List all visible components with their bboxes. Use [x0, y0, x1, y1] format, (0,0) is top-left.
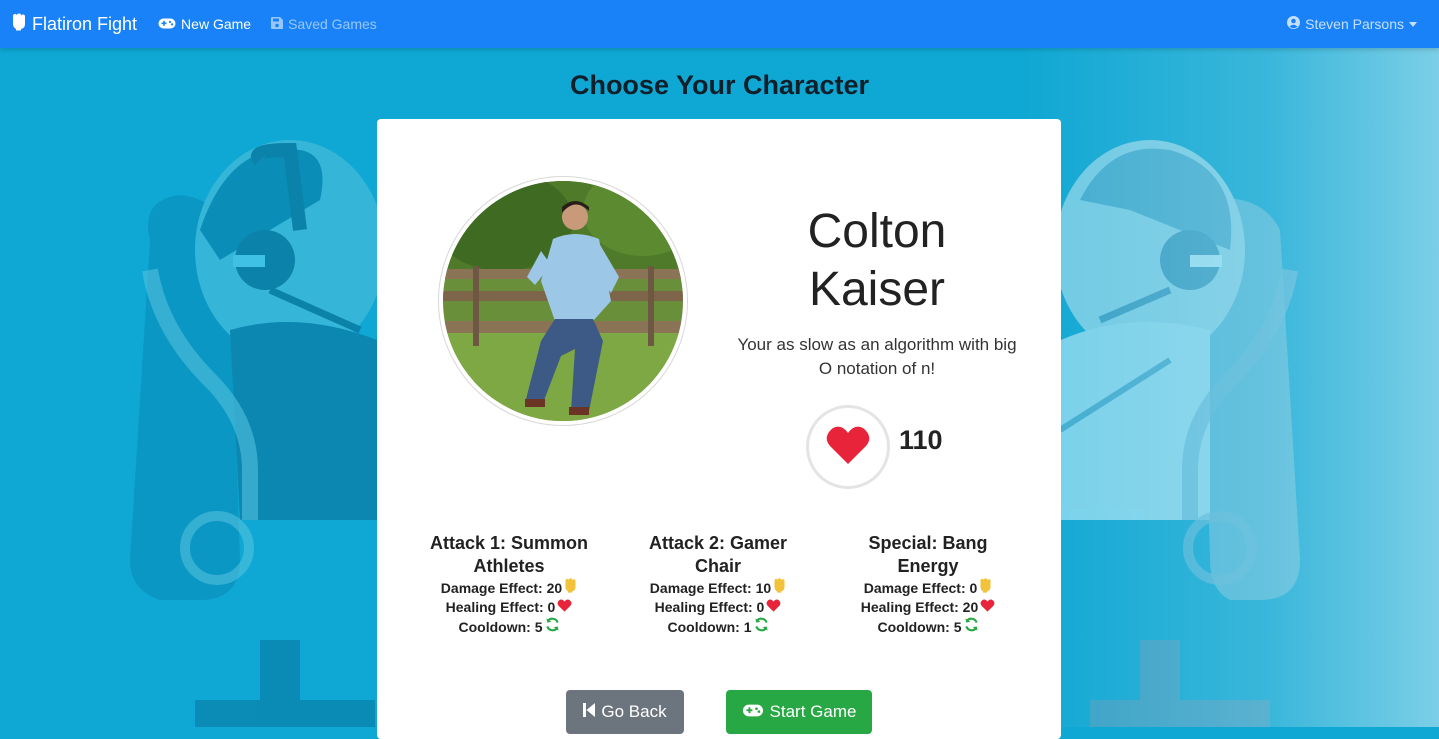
character-quote: Your as slow as an algorithm with big O …	[737, 335, 1017, 378]
nav-saved-games[interactable]: Saved Games	[271, 16, 377, 32]
attack-healing: Healing Effect: 0	[633, 598, 803, 617]
brand-name: Flatiron Fight	[32, 13, 138, 34]
go-back-label: Go Back	[601, 702, 667, 721]
attack-cooldown: Cooldown: 5	[843, 617, 1013, 637]
gamepad-icon	[742, 702, 770, 722]
fist-icon	[12, 13, 32, 36]
chevron-down-icon	[1409, 21, 1417, 27]
gamepad-icon	[158, 16, 181, 32]
attack-damage: Damage Effect: 10	[633, 578, 803, 598]
attack-card-special: Special: Bang Energy Damage Effect: 0 He…	[843, 532, 1013, 637]
attack-cooldown: Cooldown: 5	[424, 617, 594, 637]
attack-name: Attack 2: Gamer Chair	[648, 533, 788, 576]
user-circle-icon	[1287, 16, 1305, 32]
brand-link[interactable]: Flatiron Fight	[12, 13, 137, 36]
attack-damage: Damage Effect: 20	[424, 578, 594, 598]
attack-cooldown-label: Cooldown: 5	[877, 618, 962, 635]
refresh-icon	[543, 617, 560, 637]
attack-card-2: Attack 2: Gamer Chair Damage Effect: 10 …	[633, 532, 803, 637]
attack-card-1: Attack 1: Summon Athletes Damage Effect:…	[424, 532, 594, 637]
start-game-label: Start Game	[769, 702, 857, 721]
heart-icon	[826, 425, 870, 470]
refresh-icon	[752, 617, 769, 637]
character-avatar	[438, 176, 688, 426]
attack-healing-label: Healing Effect: 20	[860, 599, 979, 615]
fist-icon	[562, 578, 577, 598]
fist-icon	[771, 578, 786, 598]
character-name: Colton Kaiser	[807, 205, 947, 316]
refresh-icon	[962, 617, 979, 637]
step-back-icon	[583, 702, 601, 723]
attack-damage-label: Damage Effect: 10	[649, 579, 772, 596]
attack-healing: Healing Effect: 0	[424, 598, 594, 617]
attack-name: Special: Bang Energy	[868, 533, 988, 576]
page-title: Choose Your Character	[569, 70, 870, 100]
nav-new-game[interactable]: New Game	[158, 16, 251, 32]
go-back-button[interactable]: Go Back	[566, 690, 684, 734]
fist-icon	[977, 578, 992, 598]
top-navbar: Flatiron Fight New Game Saved Games Stev…	[0, 0, 1439, 48]
attack-healing-label: Healing Effect: 0	[654, 599, 765, 615]
health-value: 110	[899, 425, 943, 455]
attack-cooldown-label: Cooldown: 1	[667, 618, 752, 635]
health-badge	[806, 405, 890, 489]
nav-saved-games-label: Saved Games	[288, 16, 377, 32]
heart-icon	[978, 598, 995, 617]
attack-cooldown-label: Cooldown: 5	[458, 618, 543, 635]
start-game-button[interactable]: Start Game	[726, 690, 872, 734]
attack-damage-label: Damage Effect: 20	[440, 579, 563, 596]
attack-name: Attack 1: Summon Athletes	[429, 533, 589, 576]
attack-damage-label: Damage Effect: 0	[863, 579, 978, 596]
save-icon	[271, 16, 288, 32]
attack-damage: Damage Effect: 0	[843, 578, 1013, 598]
attack-healing-label: Healing Effect: 0	[445, 599, 556, 615]
heart-icon	[764, 598, 781, 617]
user-name: Steven Parsons	[1305, 16, 1404, 32]
background-fade-overlay	[1019, 0, 1439, 727]
character-card: Colton Kaiser Your as slow as an algorit…	[377, 119, 1061, 739]
attack-healing: Healing Effect: 20	[843, 598, 1013, 617]
nav-new-game-label: New Game	[181, 16, 252, 32]
user-menu-dropdown[interactable]: Steven Parsons	[1287, 0, 1417, 48]
heart-icon	[555, 598, 572, 617]
attack-cooldown: Cooldown: 1	[633, 617, 803, 637]
